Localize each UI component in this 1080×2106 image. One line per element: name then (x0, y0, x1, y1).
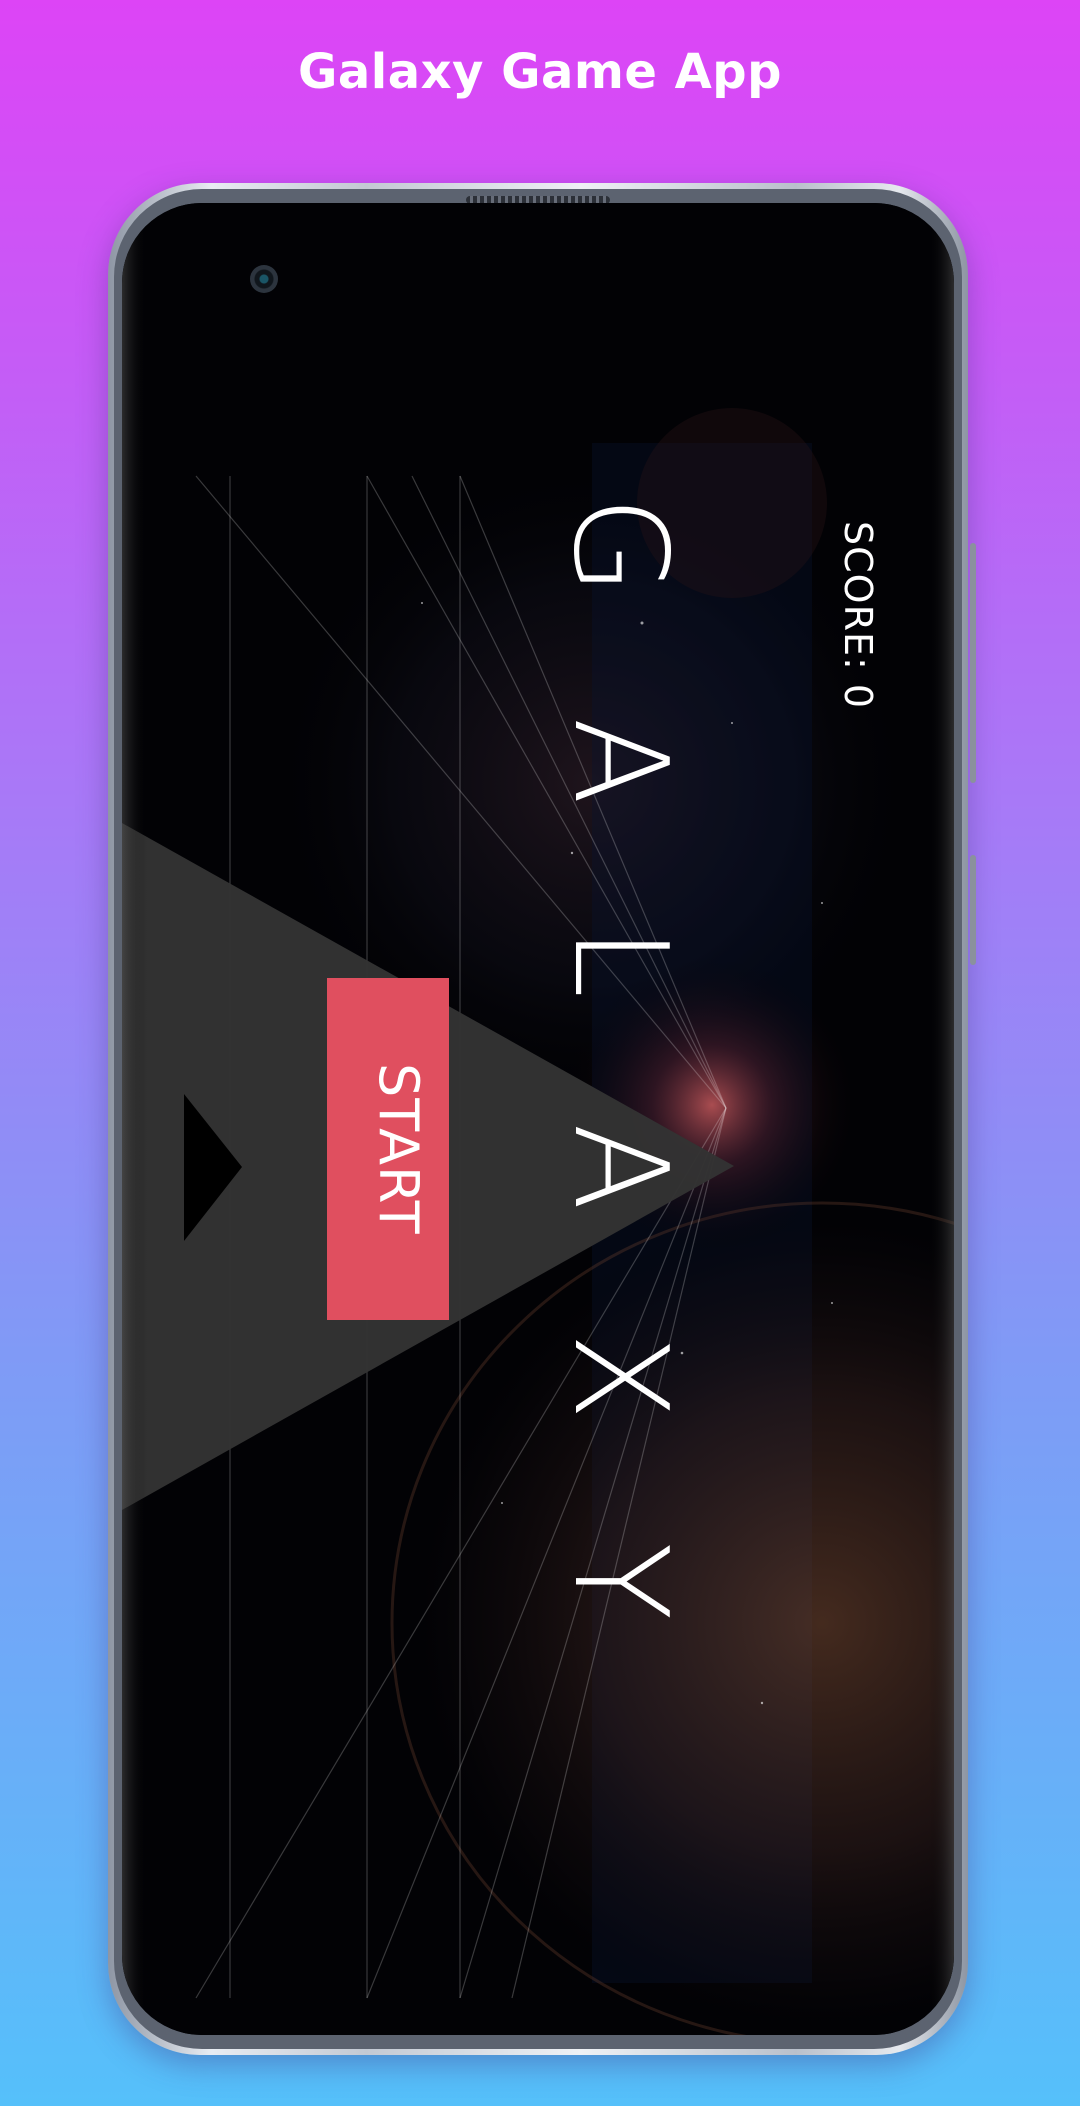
start-button[interactable]: START (327, 978, 449, 1320)
game-background (122, 203, 954, 2035)
phone-frame: SCORE: 0 GALAXY START (108, 183, 976, 2055)
score-label: SCORE: 0 (836, 521, 880, 710)
page-title: Galaxy Game App (297, 44, 783, 100)
start-button-label: START (367, 1063, 430, 1235)
game-screen[interactable]: SCORE: 0 GALAXY START (122, 203, 954, 2035)
volume-button (970, 855, 976, 965)
game-title: GALAXY (545, 496, 694, 1743)
power-button (970, 543, 976, 783)
front-camera-icon (250, 265, 278, 293)
